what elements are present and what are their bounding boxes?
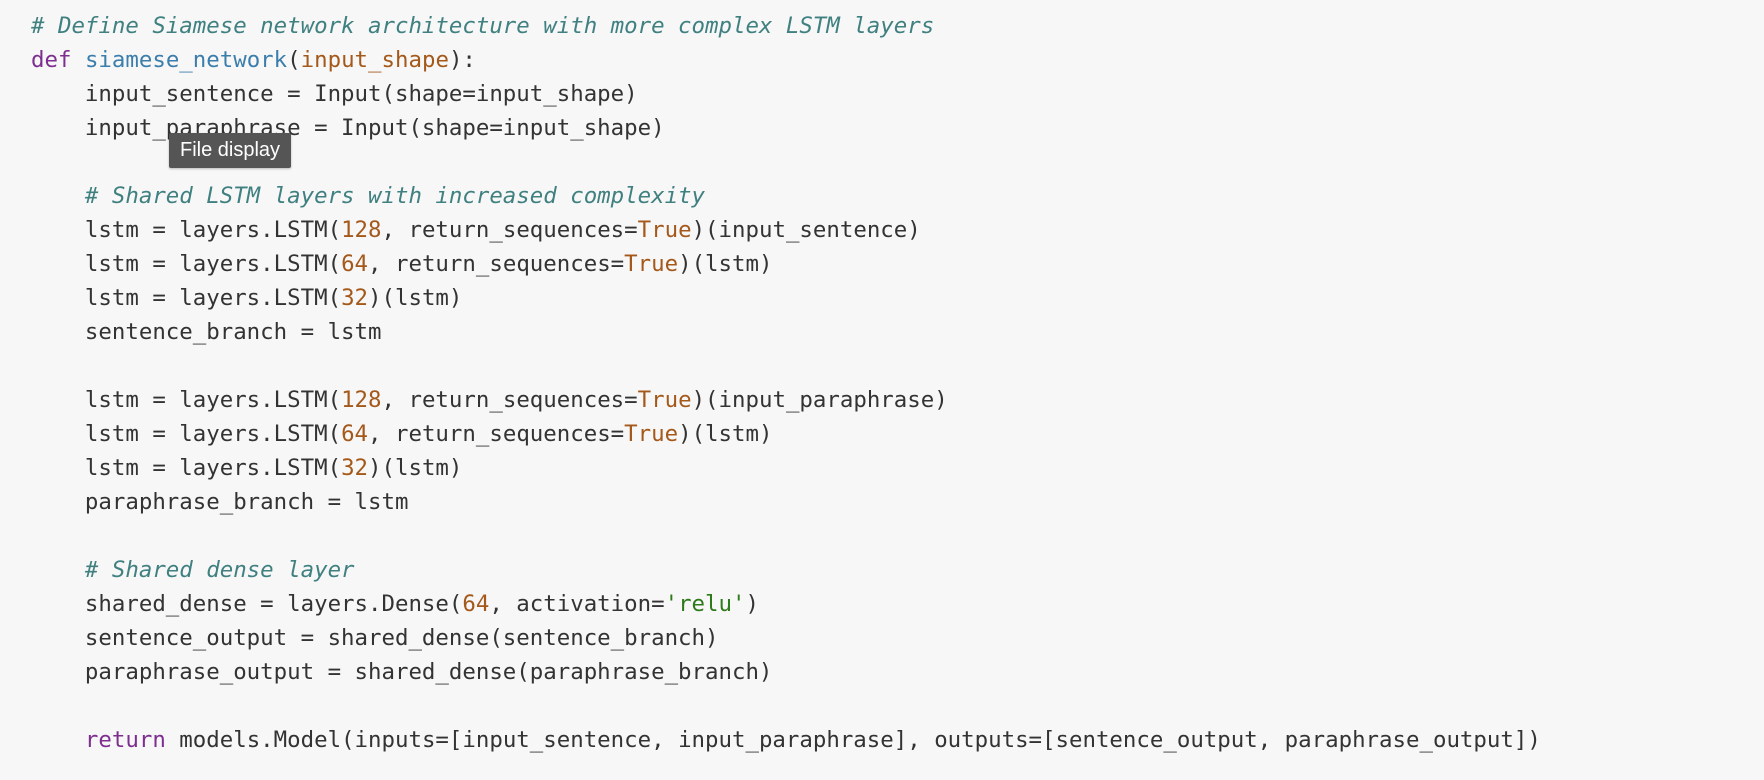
code-line-20: paraphrase_output = shared_dense(paraphr… (31, 659, 773, 685)
code-punct: ): (448, 47, 476, 73)
code-boolean: True (624, 421, 679, 447)
code-number: 64 (341, 251, 369, 277)
code-text: lstm = layers.LSTM( (31, 455, 342, 481)
code-line-2: def siamese_network(input_shape): (31, 43, 1541, 77)
code-punct: ( (287, 47, 301, 73)
code-text: lstm = layers.LSTM( (31, 285, 342, 311)
code-number: 32 (341, 285, 369, 311)
code-text: ) (745, 591, 759, 617)
code-text: , return_sequences= (368, 251, 625, 277)
code-text: models.Model(inputs=[input_sentence, inp… (165, 727, 1541, 753)
cell-left-margin (0, 0, 11, 780)
notebook-page: # Define Siamese network architecture wi… (0, 0, 1764, 780)
code-line-6: # Shared LSTM layers with increased comp… (31, 179, 1541, 213)
code-text: )(lstm) (368, 285, 463, 311)
code-text: , return_sequences= (381, 387, 638, 413)
code-line-14: lstm = layers.LSTM(32)(lstm) (31, 451, 1541, 485)
code-text: lstm = layers.LSTM( (31, 251, 342, 277)
code-line-1: # Define Siamese network architecture wi… (31, 9, 1541, 43)
code-text: , return_sequences= (381, 217, 638, 243)
function-param: input_shape (300, 47, 449, 73)
code-line-13: lstm = layers.LSTM(64, return_sequences=… (31, 417, 1541, 451)
code-string: 'relu' (664, 591, 746, 617)
code-text: lstm = layers.LSTM( (31, 387, 342, 413)
code-number: 64 (462, 591, 490, 617)
code-comment: # Shared dense layer (84, 557, 355, 583)
code-text: lstm = layers.LSTM( (31, 217, 342, 243)
code-line-17: # Shared dense layer (31, 553, 1541, 587)
code-line-19: sentence_output = shared_dense(sentence_… (31, 625, 719, 651)
code-text: shared_dense = layers.Dense( (31, 591, 463, 617)
function-name: siamese_network (84, 47, 288, 73)
code-line-3: input_sentence = Input(shape=input_shape… (31, 81, 638, 107)
code-text: )(lstm) (678, 251, 773, 277)
code-number: 128 (341, 217, 382, 243)
code-line-12: lstm = layers.LSTM(128, return_sequences… (31, 383, 1541, 417)
code-line-18: shared_dense = layers.Dense(64, activati… (31, 587, 1541, 621)
code-boolean: True (637, 217, 692, 243)
code-boolean: True (637, 387, 692, 413)
code-line-9: lstm = layers.LSTM(32)(lstm) (31, 281, 1541, 315)
code-text: lstm = layers.LSTM( (31, 421, 342, 447)
code-text: )(input_paraphrase) (691, 387, 948, 413)
file-display-tooltip: File display (169, 133, 292, 168)
code-text: , activation= (489, 591, 665, 617)
code-number: 64 (341, 421, 369, 447)
code-line-15: paraphrase_branch = lstm (31, 489, 409, 515)
code-line-10: sentence_branch = lstm (31, 319, 382, 345)
code-line-7: lstm = layers.LSTM(128, return_sequences… (31, 213, 1541, 247)
code-block[interactable]: # Define Siamese network architecture wi… (31, 9, 1541, 757)
code-text: , return_sequences= (368, 421, 625, 447)
code-cell-editor[interactable]: # Define Siamese network architecture wi… (11, 0, 1764, 780)
code-comment: # Define Siamese network architecture wi… (31, 13, 935, 39)
code-text: )(input_sentence) (691, 217, 921, 243)
code-number: 128 (341, 387, 382, 413)
code-boolean: True (624, 251, 679, 277)
keyword-def: def (31, 47, 72, 73)
keyword-return: return (84, 727, 166, 753)
code-number: 32 (341, 455, 369, 481)
code-text: )(lstm) (368, 455, 463, 481)
code-text: )(lstm) (678, 421, 773, 447)
code-line-22: return models.Model(inputs=[input_senten… (31, 723, 1541, 757)
code-comment: # Shared LSTM layers with increased comp… (84, 183, 706, 209)
code-line-8: lstm = layers.LSTM(64, return_sequences=… (31, 247, 1541, 281)
